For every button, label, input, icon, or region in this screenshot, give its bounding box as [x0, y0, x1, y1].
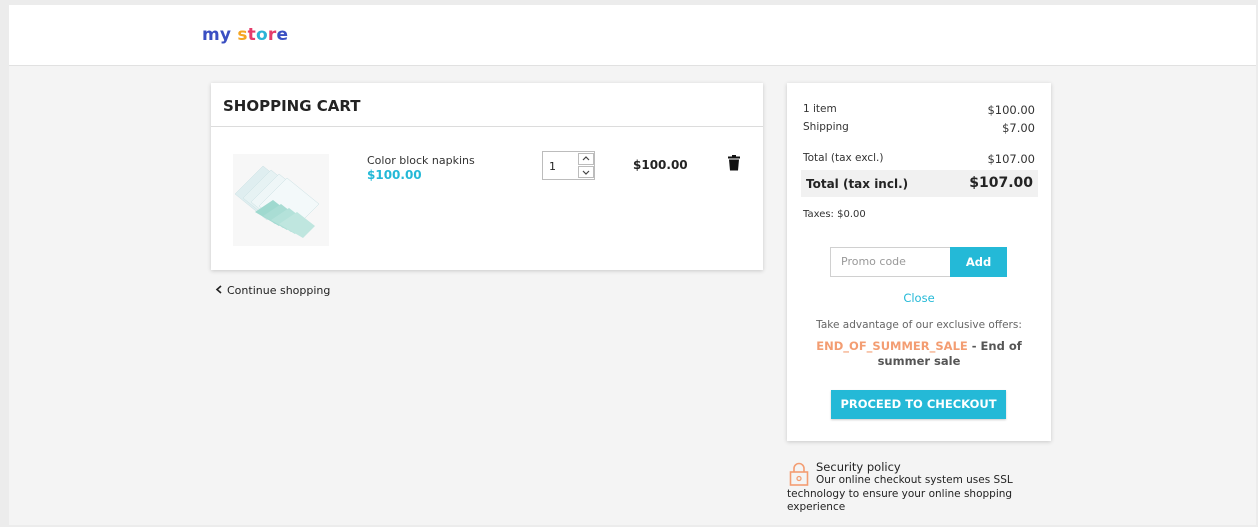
quantity-buttons — [578, 153, 594, 178]
total-excl-label: Total (tax excl.) — [803, 152, 884, 164]
remove-item-button[interactable] — [727, 155, 741, 171]
quantity-stepper[interactable]: 1 — [542, 151, 595, 180]
items-subtotal: $100.00 — [987, 103, 1035, 117]
shopping-cart-panel: SHOPPING CART Color block napkins $100.0… — [211, 83, 763, 270]
summary-shipping-row: Shipping $7.00 — [803, 121, 1035, 135]
security-policy-title: Security policy — [816, 460, 901, 474]
logo-letter: s — [237, 25, 248, 45]
shipping-label: Shipping — [803, 121, 849, 133]
site-header: my store — [9, 5, 1256, 66]
total-incl-value: $107.00 — [969, 175, 1033, 191]
trash-icon — [728, 155, 740, 171]
line-total: $100.00 — [633, 158, 688, 172]
logo-letter: r — [267, 25, 277, 45]
offer-code-block: END_OF_SUMMER_SALE - End of summer sale — [807, 339, 1031, 369]
promo-close-link[interactable]: Close — [787, 291, 1051, 305]
chevron-left-icon — [215, 284, 227, 297]
offers-text: Take advantage of our exclusive offers: — [816, 319, 1022, 331]
logo-letter: e — [276, 25, 289, 45]
cart-title: SHOPPING CART — [223, 97, 361, 115]
chevron-up-icon — [582, 156, 590, 161]
product-image[interactable] — [233, 154, 329, 246]
logo-letter: t — [247, 25, 256, 45]
product-name[interactable]: Color block napkins — [367, 154, 475, 167]
items-count-label: 1 item — [803, 103, 837, 115]
total-incl-label: Total (tax incl.) — [806, 177, 909, 191]
proceed-to-checkout-button[interactable]: PROCEED TO CHECKOUT — [831, 390, 1006, 419]
page-frame: my store SHOPPING CART Color block napki… — [9, 5, 1256, 525]
summary-total-incl-row: Total (tax incl.) $107.00 — [801, 170, 1038, 197]
product-unit-price: $100.00 — [367, 168, 422, 182]
total-excl-value: $107.00 — [987, 152, 1035, 166]
shipping-value: $7.00 — [1002, 121, 1035, 135]
continue-shopping-label: Continue shopping — [227, 284, 331, 297]
promo-add-button[interactable]: Add — [950, 247, 1007, 277]
continue-shopping-link[interactable]: Continue shopping — [215, 284, 330, 297]
summary-items-row: 1 item $100.00 — [803, 103, 1035, 117]
chevron-down-icon — [582, 170, 590, 175]
quantity-input[interactable]: 1 — [549, 160, 556, 173]
quantity-increase-button[interactable] — [578, 153, 594, 165]
taxes-text: Taxes: $0.00 — [803, 209, 866, 220]
cart-summary-panel: 1 item $100.00 Shipping $7.00 Total (tax… — [787, 83, 1051, 441]
cart-divider — [211, 126, 763, 127]
logo-letter: y — [219, 25, 232, 45]
store-logo[interactable]: my store — [202, 25, 288, 45]
security-policy-text: Our online checkout system uses SSL tech… — [787, 474, 1037, 515]
promo-code-input[interactable]: Promo code — [830, 247, 951, 277]
security-policy-description: Our online checkout system uses SSL tech… — [787, 474, 1013, 513]
offer-code[interactable]: END_OF_SUMMER_SALE — [816, 339, 968, 353]
quantity-decrease-button[interactable] — [578, 166, 594, 178]
logo-letter: m — [202, 25, 220, 45]
logo-letter: o — [256, 25, 268, 45]
summary-total-excl-row: Total (tax excl.) $107.00 — [803, 152, 1035, 166]
